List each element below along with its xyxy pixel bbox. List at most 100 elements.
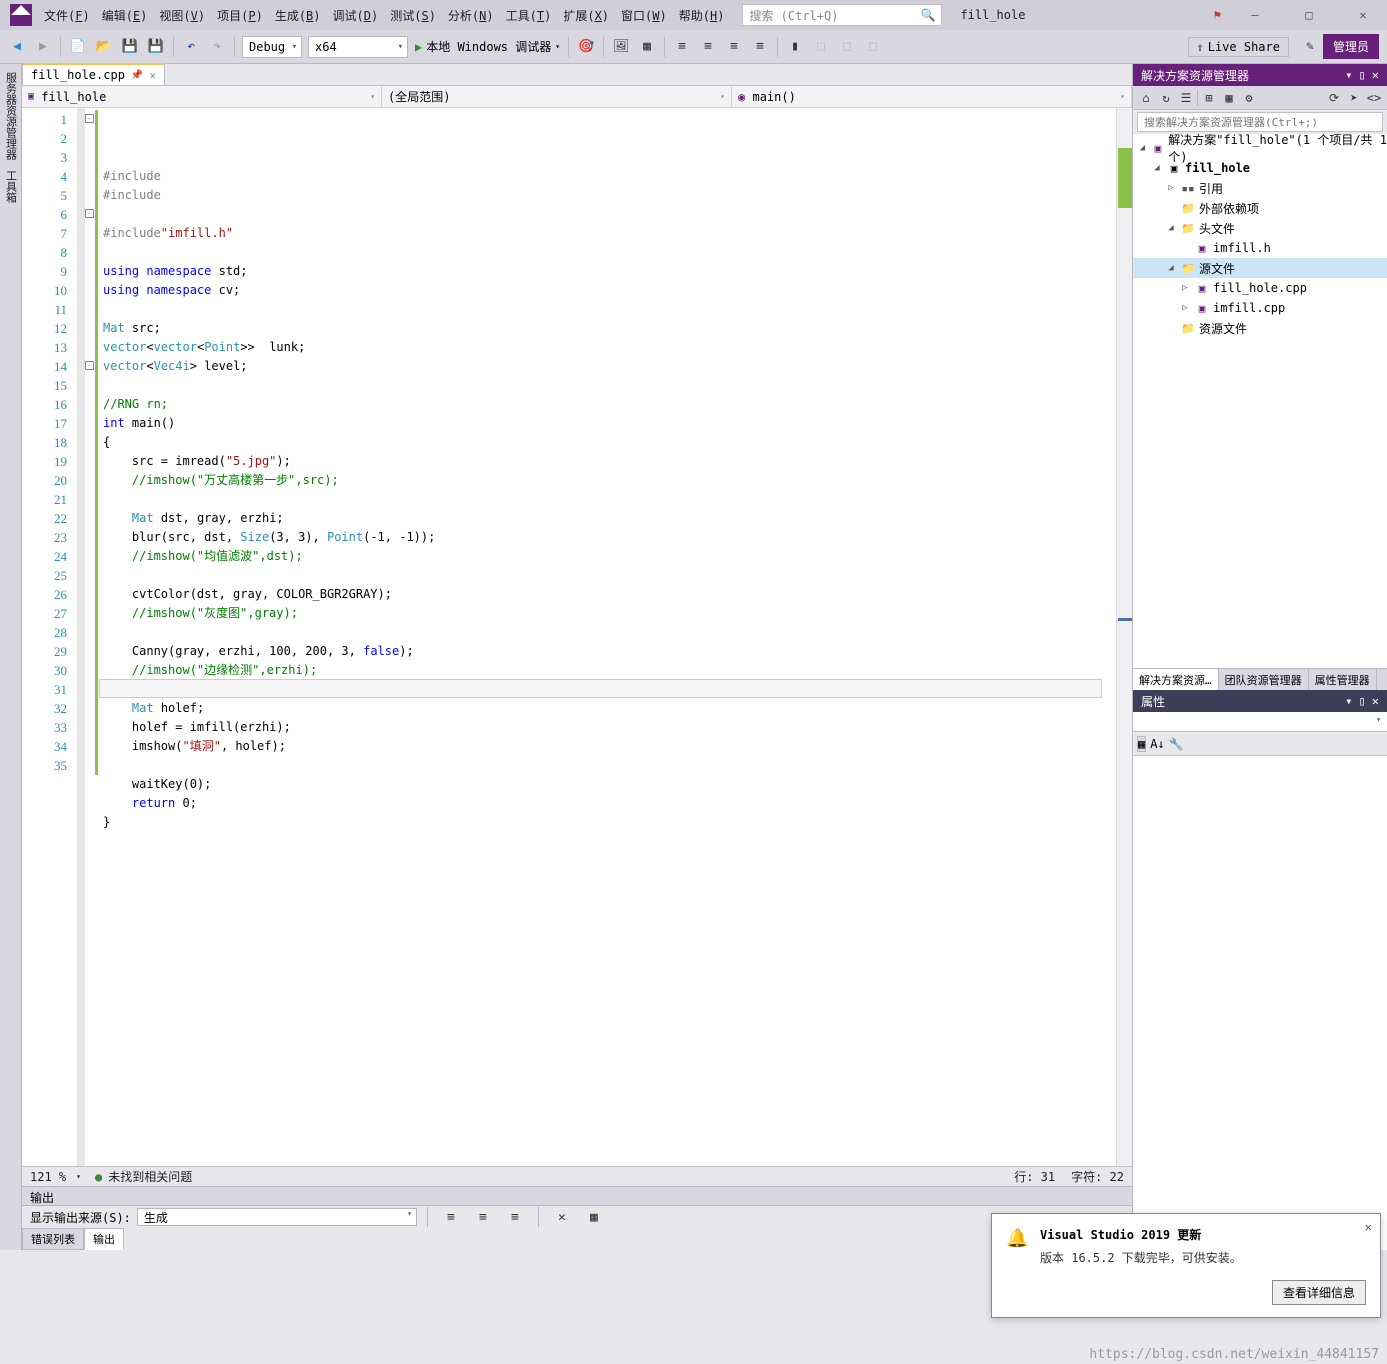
props-object-combo[interactable]	[1133, 712, 1387, 732]
tab-solution[interactable]: 解决方案资源…	[1133, 669, 1219, 690]
save-all-icon[interactable]: 💾	[145, 36, 167, 58]
menu-生成(B)[interactable]: 生成(B)	[269, 3, 327, 28]
tool-icon[interactable]: ▮	[784, 36, 806, 58]
live-share-button[interactable]: ⇪Live Share	[1188, 37, 1289, 57]
tool-icon[interactable]: ≡	[697, 36, 719, 58]
tool-icon[interactable]: ≡	[671, 36, 693, 58]
solution-tree[interactable]: ◢▣ 解决方案"fill_hole"(1 个项目/共 1 个) ◢▣fill_h…	[1133, 134, 1387, 668]
tool-icon[interactable]: ⟳	[1325, 89, 1343, 107]
pin-icon[interactable]: 📌	[131, 70, 143, 81]
categorized-icon[interactable]: ▦	[1137, 736, 1146, 752]
menu-扩展(X)[interactable]: 扩展(X)	[557, 3, 615, 28]
notify-details-button[interactable]: 查看详细信息	[1272, 1280, 1366, 1305]
dropdown-icon[interactable]: ▾	[1345, 694, 1352, 708]
close-notify-icon[interactable]: ✕	[1365, 1220, 1372, 1234]
tab-team[interactable]: 团队资源管理器	[1219, 669, 1309, 690]
dropdown-icon[interactable]: ▾	[1345, 68, 1352, 82]
tree-item[interactable]: ◢📁头文件	[1133, 218, 1387, 238]
menu-编辑(E)[interactable]: 编辑(E)	[96, 3, 154, 28]
home-icon[interactable]: ⌂	[1137, 89, 1155, 107]
code-area[interactable]: 1234567891011121314151617181920212223242…	[22, 108, 1132, 1166]
admin-button[interactable]: 管理员	[1323, 34, 1379, 59]
code-text[interactable]: #include#include #include"imfill.h" usin…	[99, 108, 1116, 1166]
menu-工具(T)[interactable]: 工具(T)	[500, 3, 558, 28]
feedback-icon[interactable]: ✎	[1299, 36, 1321, 58]
cpp-icon: ▣	[28, 91, 34, 102]
output-tool-icon[interactable]: ▦	[583, 1206, 605, 1228]
tool-icon[interactable]: ▦	[636, 36, 658, 58]
chevron-down-icon[interactable]: ▾	[76, 1172, 81, 1181]
global-search[interactable]: 搜索 (Ctrl+Q) 🔍	[742, 4, 942, 26]
close-tab-icon[interactable]: ✕	[149, 69, 156, 82]
tree-item[interactable]: ▷▣fill_hole.cpp	[1133, 278, 1387, 298]
tool-icon[interactable]: ⬚	[836, 36, 858, 58]
server-explorer-tab[interactable]: 服务器资源管理器	[3, 68, 19, 164]
nav-func[interactable]: ◉ main()	[732, 86, 1132, 107]
menu-测试(S)[interactable]: 测试(S)	[384, 3, 442, 28]
forward-button[interactable]: ▶	[32, 36, 54, 58]
scrollbar[interactable]	[1116, 108, 1132, 1166]
output-clear-icon[interactable]: ✕	[551, 1206, 573, 1228]
redo-icon[interactable]: ↷	[206, 36, 228, 58]
minimize-button[interactable]: —	[1235, 1, 1275, 29]
pin-icon[interactable]: ▯	[1359, 68, 1366, 82]
tree-item[interactable]: 📁资源文件	[1133, 318, 1387, 338]
tool-icon[interactable]: ≡	[749, 36, 771, 58]
open-icon[interactable]: 📂	[93, 36, 115, 58]
tool-icon[interactable]: ▦	[1220, 89, 1238, 107]
zoom-level[interactable]: 121 %	[30, 1170, 66, 1184]
tool-icon[interactable]: ↻	[1157, 89, 1175, 107]
tool-icon[interactable]: 🖼	[610, 36, 632, 58]
flag-icon[interactable]: ⚑	[1214, 8, 1221, 22]
nav-region[interactable]: (全局范围)	[382, 86, 732, 107]
nav-scope[interactable]: ▣ fill_hole	[22, 86, 382, 107]
menu-帮助(H)[interactable]: 帮助(H)	[673, 3, 731, 28]
pin-icon[interactable]: ▯	[1359, 694, 1366, 708]
tab-propmgr[interactable]: 属性管理器	[1309, 669, 1377, 690]
menu-文件(F)[interactable]: 文件(F)	[38, 3, 96, 28]
tree-item[interactable]: 📁外部依赖项	[1133, 198, 1387, 218]
tree-item[interactable]: ▷▪▪引用	[1133, 178, 1387, 198]
tool-icon[interactable]: ☰	[1177, 89, 1195, 107]
config-combo[interactable]: Debug	[242, 36, 302, 58]
tree-item[interactable]: ▣imfill.h	[1133, 238, 1387, 258]
outline-bar[interactable]: ---	[85, 108, 99, 1166]
platform-combo[interactable]: x64	[308, 36, 408, 58]
menu-项目(P)[interactable]: 项目(P)	[211, 3, 269, 28]
tool-icon[interactable]: ≡	[723, 36, 745, 58]
back-button[interactable]: ◀	[6, 36, 28, 58]
tool-icon[interactable]: ⬚	[810, 36, 832, 58]
solution-search-input[interactable]	[1137, 112, 1383, 132]
props-icon[interactable]: 🔧	[1169, 737, 1184, 751]
alphabetical-icon[interactable]: A↓	[1150, 737, 1164, 751]
close-icon[interactable]: ✕	[1372, 694, 1379, 708]
tool-icon[interactable]: ⚙	[1240, 89, 1258, 107]
save-icon[interactable]: 💾	[119, 36, 141, 58]
toolbox-tab[interactable]: 工具箱	[3, 166, 19, 207]
tool-icon[interactable]: <>	[1365, 89, 1383, 107]
tool-icon[interactable]: ⊞	[1200, 89, 1218, 107]
output-tool-icon[interactable]: ≡	[472, 1206, 494, 1228]
tree-item[interactable]: ▷▣imfill.cpp	[1133, 298, 1387, 318]
tab-output[interactable]: 输出	[84, 1228, 124, 1250]
tab-error-list[interactable]: 错误列表	[22, 1228, 84, 1250]
output-tool-icon[interactable]: ≡	[440, 1206, 462, 1228]
tool-icon[interactable]: 🎯	[575, 36, 597, 58]
solution-root[interactable]: ◢▣ 解决方案"fill_hole"(1 个项目/共 1 个)	[1133, 138, 1387, 158]
close-button[interactable]: ✕	[1343, 1, 1383, 29]
tab-fill-hole-cpp[interactable]: fill_hole.cpp 📌 ✕	[22, 63, 165, 85]
new-file-icon[interactable]: 📄	[67, 36, 89, 58]
close-icon[interactable]: ✕	[1372, 68, 1379, 82]
run-button[interactable]: ▶本地 Windows 调试器▾	[415, 38, 560, 55]
maximize-button[interactable]: □	[1289, 1, 1329, 29]
tree-item[interactable]: ◢📁源文件	[1133, 258, 1387, 278]
output-tool-icon[interactable]: ≡	[504, 1206, 526, 1228]
menu-视图(V)[interactable]: 视图(V)	[153, 3, 211, 28]
tool-icon[interactable]: ⬚	[862, 36, 884, 58]
menu-分析(N)[interactable]: 分析(N)	[442, 3, 500, 28]
menu-窗口(W)[interactable]: 窗口(W)	[615, 3, 673, 28]
tool-icon[interactable]: ➤	[1345, 89, 1363, 107]
output-src-combo[interactable]: 生成	[137, 1208, 417, 1226]
undo-icon[interactable]: ↶	[180, 36, 202, 58]
menu-调试(D)[interactable]: 调试(D)	[327, 3, 385, 28]
